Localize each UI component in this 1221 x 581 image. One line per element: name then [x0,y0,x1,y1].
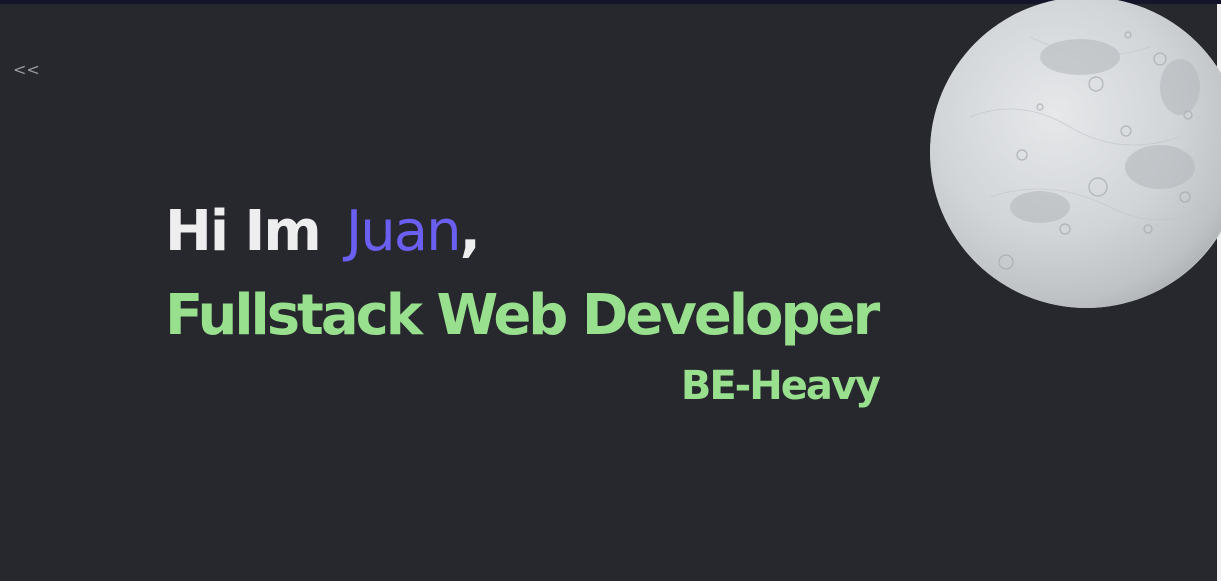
role-text: Fullstack Web Developer [165,283,880,348]
back-button[interactable]: << [13,60,40,80]
page: << Hi Im Juan, Fullstack Web Developer B… [0,0,1221,581]
comma-text: , [459,199,481,264]
moon-image [930,0,1221,308]
specialty-text: BE-Heavy [680,363,881,409]
moon-texture [930,0,1221,308]
greeting-line: Hi Im Juan, [165,190,885,274]
name-text: Juan [345,199,462,264]
hero-section: Hi Im Juan, Fullstack Web Developer BE-He… [165,190,885,414]
greeting-text: Hi Im [165,199,322,264]
